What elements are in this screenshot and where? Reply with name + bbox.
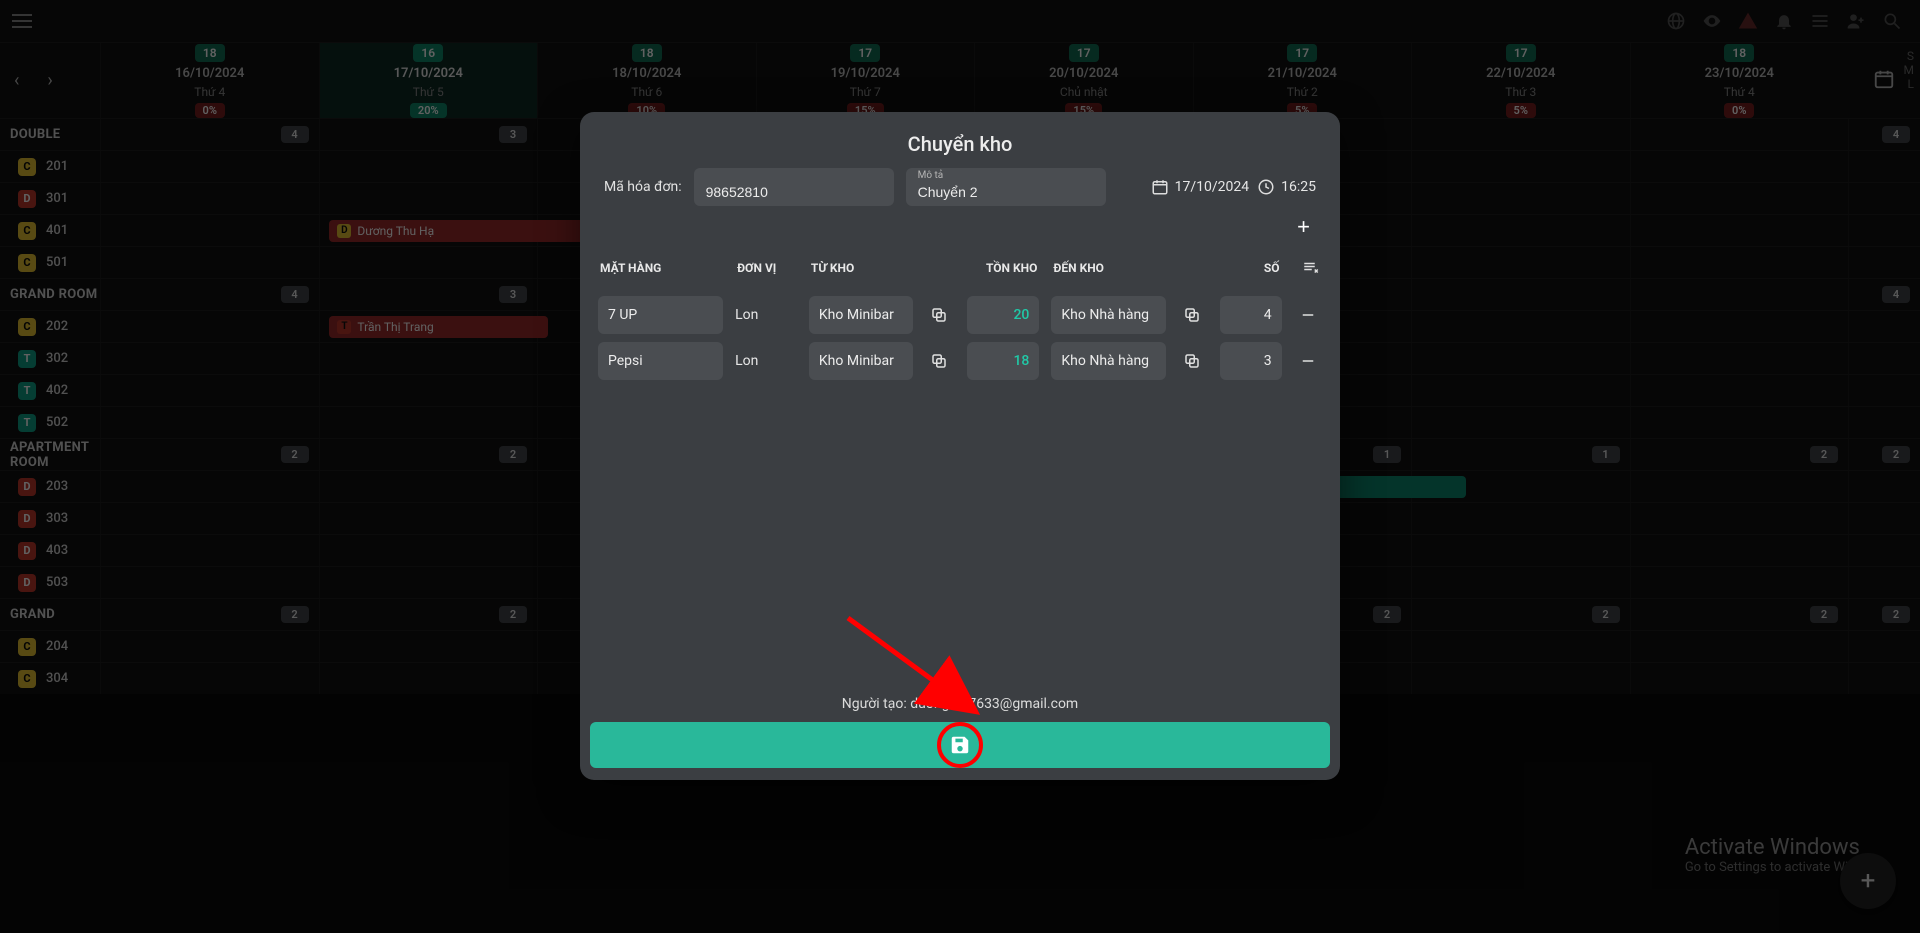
clear-list-icon[interactable] bbox=[1297, 254, 1325, 282]
cell-item[interactable]: 7 UP bbox=[598, 296, 723, 334]
th-unit: ĐƠN VỊ bbox=[729, 248, 803, 288]
add-row-button[interactable]: + bbox=[1297, 216, 1310, 238]
transfer-table: MẶT HÀNG ĐƠN VỊ TỪ KHO TỒN KHO ĐẾN KHO S… bbox=[592, 240, 1334, 388]
cell-to[interactable]: Kho Nhà hàng bbox=[1051, 296, 1165, 334]
desc-input[interactable] bbox=[906, 168, 1106, 206]
remove-row-icon[interactable] bbox=[1294, 301, 1322, 329]
modal-time-text: 16:25 bbox=[1281, 179, 1316, 195]
th-from: TỪ KHO bbox=[803, 248, 919, 288]
calendar-icon bbox=[1151, 178, 1169, 196]
cell-unit: Lon bbox=[735, 353, 758, 369]
copy-from-icon[interactable] bbox=[925, 301, 953, 329]
copy-to-icon[interactable] bbox=[1178, 301, 1206, 329]
cell-qty[interactable]: 3 bbox=[1220, 342, 1282, 380]
transfer-stock-modal: Chuyển kho Mã hóa đơn: Mô tả 17/10/2024 … bbox=[580, 112, 1340, 780]
modal-date[interactable]: 17/10/2024 bbox=[1151, 178, 1250, 196]
modal-title: Chuyển kho bbox=[580, 112, 1340, 168]
th-qty: SỐ bbox=[1214, 248, 1288, 288]
cell-qty[interactable]: 4 bbox=[1220, 296, 1282, 334]
cell-to[interactable]: Kho Nhà hàng bbox=[1051, 342, 1165, 380]
modal-time[interactable]: 16:25 bbox=[1257, 178, 1316, 196]
save-icon bbox=[949, 734, 971, 756]
modal-date-text: 17/10/2024 bbox=[1175, 179, 1250, 195]
modal-overlay[interactable]: Chuyển kho Mã hóa đơn: Mô tả 17/10/2024 … bbox=[0, 0, 1920, 933]
copy-to-icon[interactable] bbox=[1178, 347, 1206, 375]
copy-from-icon[interactable] bbox=[925, 347, 953, 375]
cell-unit: Lon bbox=[735, 307, 758, 323]
cell-from[interactable]: Kho Minibar bbox=[809, 296, 913, 334]
cell-item[interactable]: Pepsi bbox=[598, 342, 723, 380]
cell-stock: 18 bbox=[967, 342, 1039, 380]
clock-icon bbox=[1257, 178, 1275, 196]
th-to: ĐẾN KHO bbox=[1045, 248, 1171, 288]
cell-from[interactable]: Kho Minibar bbox=[809, 342, 913, 380]
cell-stock: 20 bbox=[967, 296, 1039, 334]
remove-row-icon[interactable] bbox=[1294, 347, 1322, 375]
invoice-label: Mã hóa đơn: bbox=[604, 179, 682, 195]
invoice-input[interactable] bbox=[694, 168, 894, 206]
table-row: 7 UP Lon Kho Minibar 20 Kho Nhà hàng 4 bbox=[592, 296, 1334, 334]
modal-form-row: Mã hóa đơn: Mô tả 17/10/2024 16:25 bbox=[580, 168, 1340, 206]
modal-creator: Người tạo: duongmy7633@gmail.com bbox=[580, 678, 1340, 718]
save-button[interactable] bbox=[590, 722, 1330, 768]
table-row: Pepsi Lon Kho Minibar 18 Kho Nhà hàng 3 bbox=[592, 342, 1334, 380]
th-item: MẶT HÀNG bbox=[592, 248, 729, 288]
th-stock: TỒN KHO bbox=[961, 248, 1045, 288]
